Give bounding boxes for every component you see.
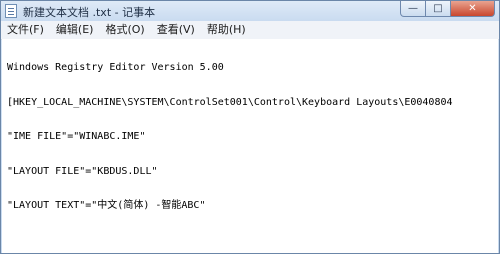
maximize-button[interactable]: □ [426, 1, 451, 17]
window-title: 新建文本文档 .txt - 记事本 [23, 6, 156, 19]
menu-bar: 文件(F) 编辑(E) 格式(O) 查看(V) 帮助(H) [1, 21, 499, 40]
editor-content[interactable]: Windows Registry Editor Version 5.00 [HK… [7, 39, 494, 235]
editor-line[interactable]: Windows Registry Editor Version 5.00 [7, 62, 494, 74]
menu-edit[interactable]: 编辑(E) [50, 21, 100, 39]
minimize-icon: — [408, 3, 418, 14]
title-bar[interactable]: 新建文本文档 .txt - 记事本 — □ ✕ [1, 1, 499, 21]
editor-line[interactable]: [HKEY_LOCAL_MACHINE\SYSTEM\ControlSet001… [7, 97, 494, 109]
text-editor[interactable]: Windows Registry Editor Version 5.00 [HK… [2, 39, 498, 253]
menu-view[interactable]: 查看(V) [151, 21, 201, 39]
close-icon: ✕ [468, 3, 477, 14]
menu-format[interactable]: 格式(O) [99, 21, 150, 39]
minimize-button[interactable]: — [400, 1, 426, 17]
caption-buttons: — □ ✕ [400, 1, 495, 19]
editor-line[interactable]: "IME FILE"="WINABC.IME" [7, 131, 494, 143]
notepad-icon[interactable] [5, 4, 17, 18]
editor-line[interactable]: "LAYOUT FILE"="KBDUS.DLL" [7, 166, 494, 178]
notepad-window: 新建文本文档 .txt - 记事本 — □ ✕ 文件(F) 编辑(E) 格式(O… [0, 0, 500, 254]
menu-help[interactable]: 帮助(H) [201, 21, 252, 39]
editor-line[interactable]: "LAYOUT TEXT"="中文(简体) -智能ABC" [7, 200, 494, 212]
close-button[interactable]: ✕ [451, 1, 495, 17]
menu-file[interactable]: 文件(F) [1, 21, 50, 39]
maximize-icon: □ [433, 3, 443, 14]
